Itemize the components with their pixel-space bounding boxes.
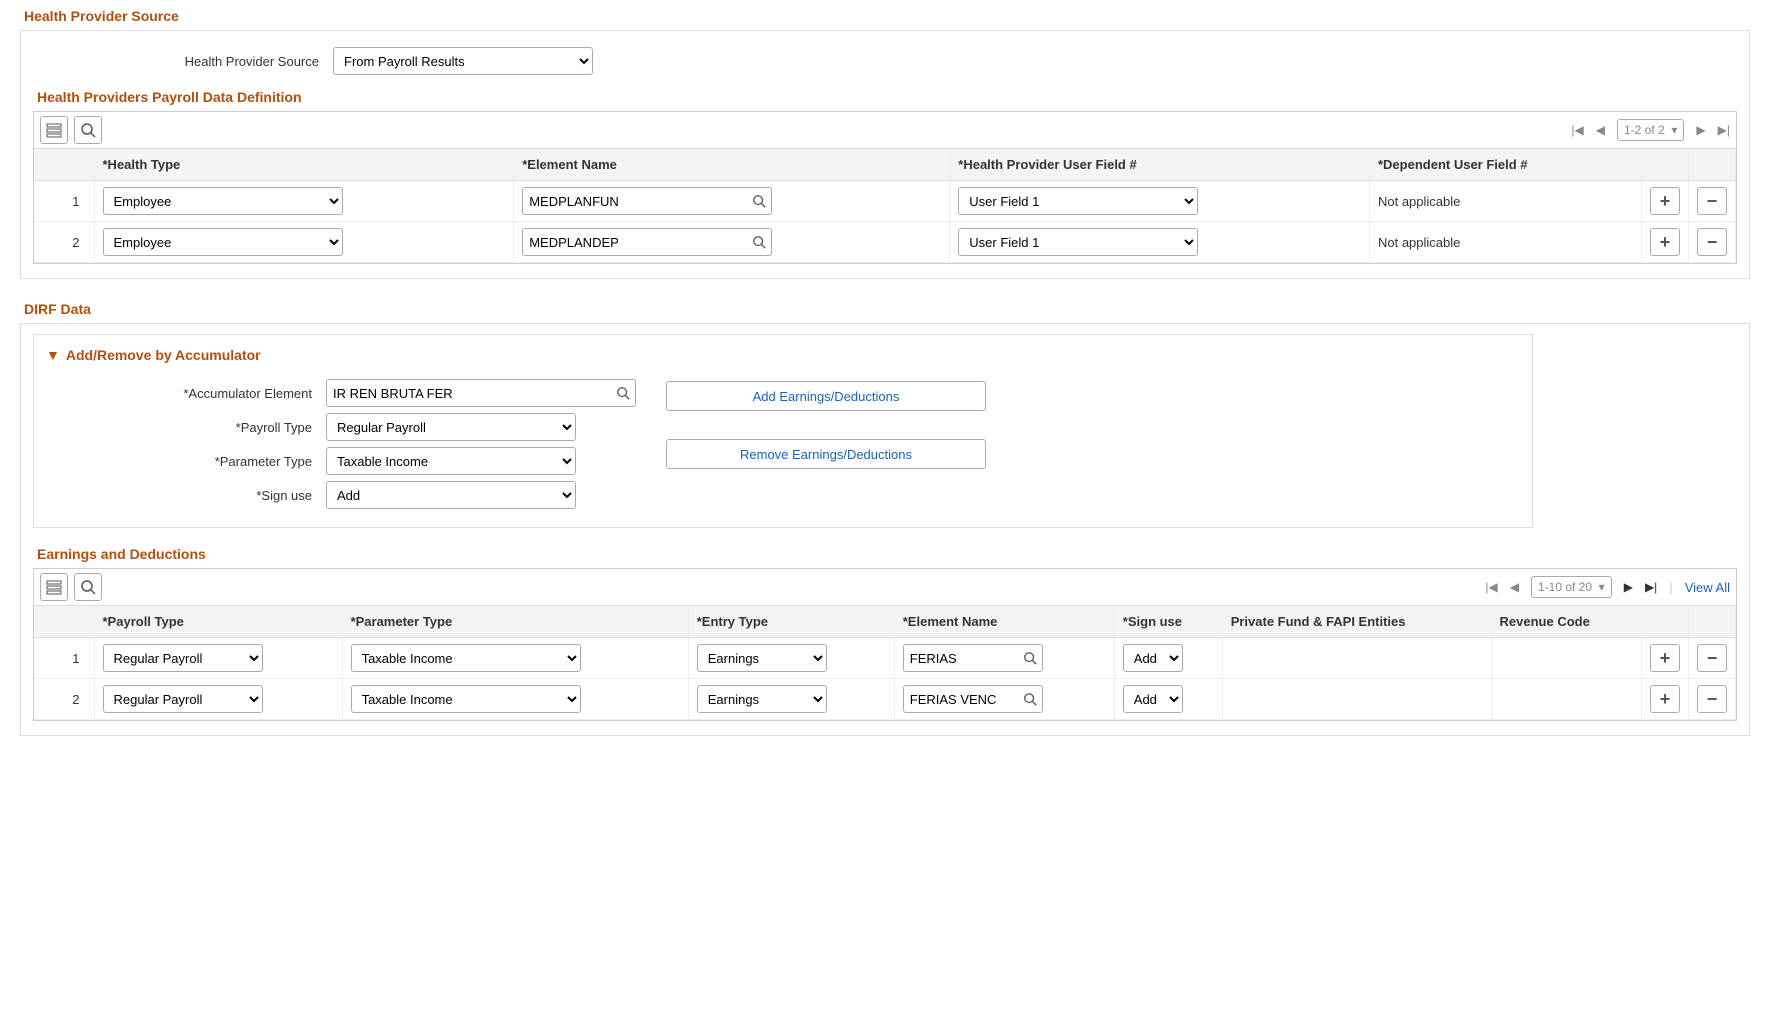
private-fund-value (1222, 638, 1491, 679)
private-fund-value (1222, 679, 1491, 720)
collapse-icon: ▼ (46, 347, 60, 363)
parameter-type-select[interactable]: Taxable Income (351, 685, 581, 713)
col-element-name: *Element Name (514, 149, 950, 181)
col-element-name: *Element Name (894, 606, 1114, 638)
health-type-select[interactable]: Employee (103, 187, 343, 215)
grid-pager[interactable]: 1-10 of 20 ▾ (1531, 576, 1612, 598)
table-row: 2 Employee User Field 1 Not applicable +− (34, 222, 1736, 263)
add-row-button[interactable]: + (1650, 228, 1680, 256)
table-row: 2 Regular Payroll Taxable Income Earnings Ad… (34, 679, 1736, 720)
entry-type-select[interactable]: Earnings (697, 685, 827, 713)
element-name-input[interactable] (903, 685, 1043, 713)
nav-prev-icon[interactable]: ◀ (1596, 123, 1605, 137)
col-health-type: *Health Type (94, 149, 514, 181)
add-earnings-deductions-button[interactable]: Add Earnings/Deductions (666, 381, 986, 411)
col-parameter-type: *Parameter Type (342, 606, 688, 638)
nav-next-icon[interactable]: ▶ (1624, 580, 1633, 594)
accumulator-element-label: *Accumulator Element (46, 386, 326, 401)
earnings-deductions-title: Earnings and Deductions (37, 546, 1737, 562)
row-number: 1 (34, 638, 94, 679)
health-type-select[interactable]: Employee (103, 228, 343, 256)
delete-row-button[interactable]: − (1697, 644, 1727, 672)
grid-action-icon[interactable] (40, 573, 68, 601)
payroll-type-select[interactable]: Regular Payroll (326, 413, 576, 441)
health-providers-grid: |◀ ◀ 1-2 of 2 ▾ ▶ ▶| *Health Type *Eleme… (33, 111, 1737, 264)
row-number: 2 (34, 222, 94, 263)
lookup-icon[interactable] (752, 194, 766, 208)
view-all-link[interactable]: View All (1685, 580, 1730, 595)
element-name-input[interactable] (903, 644, 1043, 672)
nav-prev-icon[interactable]: ◀ (1510, 580, 1519, 594)
add-remove-accumulator-title: Add/Remove by Accumulator (66, 347, 261, 363)
row-number: 2 (34, 679, 94, 720)
col-revenue-code: Revenue Code (1491, 606, 1641, 638)
earnings-deductions-grid: |◀ ◀ 1-10 of 20 ▾ ▶ ▶| | View All *Payro… (33, 568, 1737, 721)
col-sign-use: *Sign use (1114, 606, 1222, 638)
delete-row-button[interactable]: − (1697, 187, 1727, 215)
lookup-icon[interactable] (752, 235, 766, 249)
parameter-type-select[interactable]: Taxable Income (326, 447, 576, 475)
sign-use-label: *Sign use (46, 488, 326, 503)
payroll-type-select[interactable]: Regular Payroll (103, 644, 263, 672)
health-providers-payroll-data-title: Health Providers Payroll Data Definition (37, 89, 1737, 105)
col-dependent-user-field: *Dependent User Field # (1369, 149, 1641, 181)
user-field-select[interactable]: User Field 1 (958, 228, 1198, 256)
add-row-button[interactable]: + (1650, 644, 1680, 672)
dependent-user-field-value: Not applicable (1369, 181, 1641, 222)
dependent-user-field-value: Not applicable (1369, 222, 1641, 263)
remove-earnings-deductions-button[interactable]: Remove Earnings/Deductions (666, 439, 986, 469)
grid-search-icon[interactable] (74, 573, 102, 601)
dirf-data-box: ▼ Add/Remove by Accumulator *Accumulator… (20, 323, 1750, 736)
dirf-data-title: DIRF Data (24, 301, 1750, 317)
add-remove-accumulator-header[interactable]: ▼ Add/Remove by Accumulator (46, 347, 1520, 363)
delete-row-button[interactable]: − (1697, 228, 1727, 256)
nav-next-icon[interactable]: ▶ (1696, 123, 1705, 137)
health-provider-source-box: Health Provider Source From Payroll Resu… (20, 30, 1750, 279)
health-provider-source-select[interactable]: From Payroll Results (333, 47, 593, 75)
lookup-icon[interactable] (1023, 692, 1037, 706)
nav-first-icon[interactable]: |◀ (1485, 580, 1497, 594)
element-name-input[interactable] (522, 187, 772, 215)
parameter-type-select[interactable]: Taxable Income (351, 644, 581, 672)
accumulator-element-input[interactable] (326, 379, 636, 407)
health-provider-source-label: Health Provider Source (33, 54, 333, 69)
revenue-code-value (1491, 679, 1641, 720)
lookup-icon[interactable] (616, 386, 630, 400)
sign-use-select[interactable]: Add (326, 481, 576, 509)
nav-first-icon[interactable]: |◀ (1571, 123, 1583, 137)
sign-use-select[interactable]: Add (1123, 644, 1183, 672)
nav-last-icon[interactable]: ▶| (1645, 580, 1657, 594)
col-private-fund: Private Fund & FAPI Entities (1222, 606, 1491, 638)
entry-type-select[interactable]: Earnings (697, 644, 827, 672)
table-row: 1 Regular Payroll Taxable Income Earnings Ad… (34, 638, 1736, 679)
payroll-type-label: *Payroll Type (46, 420, 326, 435)
user-field-select[interactable]: User Field 1 (958, 187, 1198, 215)
add-row-button[interactable]: + (1650, 187, 1680, 215)
grid-search-icon[interactable] (74, 116, 102, 144)
sign-use-select[interactable]: Add (1123, 685, 1183, 713)
health-provider-source-title: Health Provider Source (24, 8, 1750, 24)
grid-pager[interactable]: 1-2 of 2 ▾ (1617, 119, 1684, 141)
lookup-icon[interactable] (1023, 651, 1037, 665)
element-name-input[interactable] (522, 228, 772, 256)
add-row-button[interactable]: + (1650, 685, 1680, 713)
payroll-type-select[interactable]: Regular Payroll (103, 685, 263, 713)
grid-action-icon[interactable] (40, 116, 68, 144)
delete-row-button[interactable]: − (1697, 685, 1727, 713)
row-number: 1 (34, 181, 94, 222)
parameter-type-label: *Parameter Type (46, 454, 326, 469)
col-payroll-type: *Payroll Type (94, 606, 342, 638)
nav-last-icon[interactable]: ▶| (1718, 123, 1730, 137)
table-row: 1 Employee User Field 1 Not applicable +− (34, 181, 1736, 222)
col-entry-type: *Entry Type (688, 606, 894, 638)
col-health-provider-user-field: *Health Provider User Field # (950, 149, 1370, 181)
revenue-code-value (1491, 638, 1641, 679)
